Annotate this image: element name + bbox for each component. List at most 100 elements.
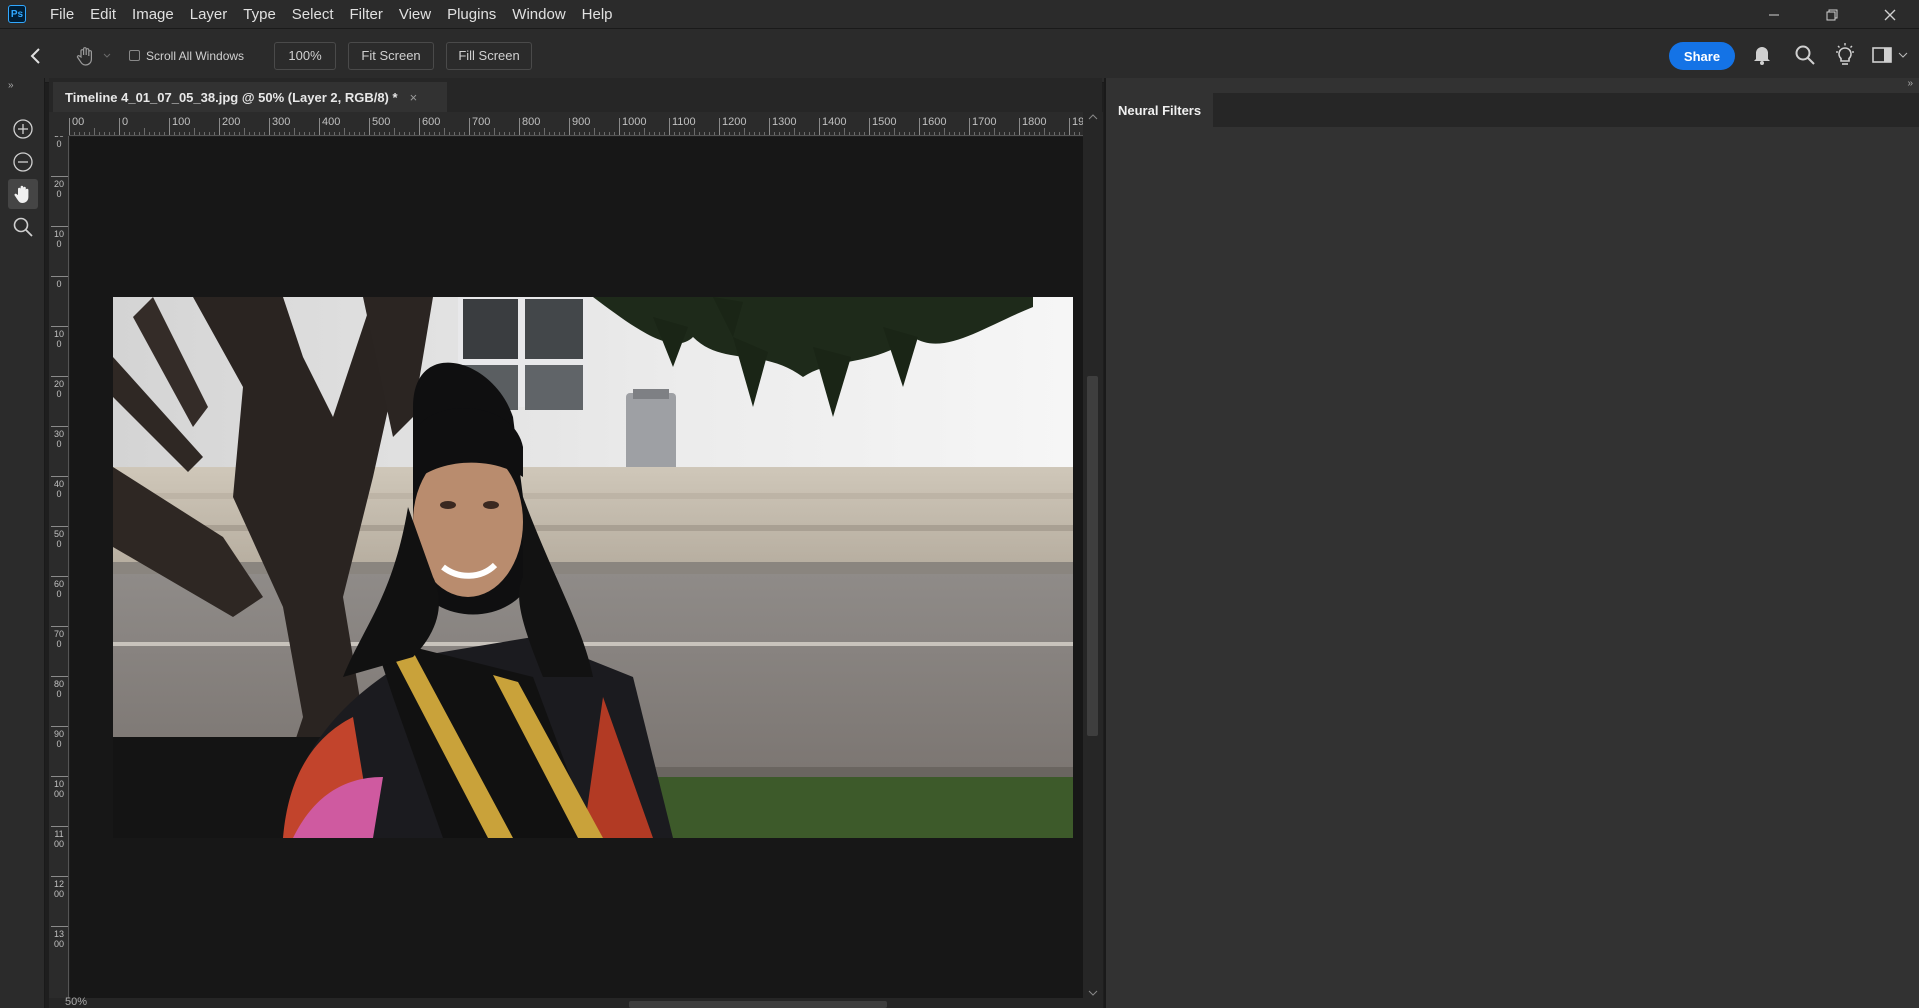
ruler-minor-tick [964,132,965,135]
menu-file[interactable]: File [42,0,82,29]
menu-type[interactable]: Type [235,0,284,29]
ruler-label: 300 [54,136,64,149]
hand-icon [14,185,29,203]
ruler-minor-tick [589,132,590,135]
scroll-up-icon[interactable] [1083,112,1103,122]
menu-edit[interactable]: Edit [82,0,124,29]
tool-zoom-in[interactable] [8,114,38,144]
ruler-minor-tick [164,132,165,135]
ruler-tick [51,526,68,527]
menu-image[interactable]: Image [124,0,182,29]
tab-neural-filters[interactable]: Neural Filters [1106,93,1214,127]
ruler-minor-tick [259,132,260,135]
collapse-panel-icon[interactable]: » [1907,78,1913,89]
close-tab-icon[interactable]: × [410,90,418,105]
canvas-area[interactable] [70,137,1083,998]
ruler-tick [469,118,470,135]
scroll-all-windows-checkbox[interactable] [129,50,140,61]
ruler-minor-tick [1014,132,1015,135]
ruler-minor-tick [289,132,290,135]
ruler-minor-tick [404,132,405,135]
menu-plugins[interactable]: Plugins [439,0,504,29]
menu-view[interactable]: View [391,0,439,29]
scroll-all-windows-option[interactable]: Scroll All Windows [129,49,244,63]
discover-button[interactable] [1834,43,1856,72]
restore-icon [1826,9,1838,20]
ruler-minor-tick [329,132,330,135]
menu-select[interactable]: Select [284,0,342,29]
ruler-minor-tick [279,132,280,135]
fit-screen-button[interactable]: Fit Screen [348,41,435,70]
ruler-minor-tick [424,132,425,135]
vertical-scrollbar[interactable] [1083,112,1103,998]
document-tab-title: Timeline 4_01_07_05_38.jpg @ 50% (Layer … [65,89,398,105]
document-image[interactable] [113,297,1073,838]
tool-preset-picker[interactable] [75,45,111,67]
ruler-label: 600 [422,116,441,128]
tool-hand[interactable] [8,179,38,209]
close-window-button[interactable] [1861,0,1919,29]
ruler-label: 100 [172,116,191,128]
share-button[interactable]: Share [1669,42,1735,70]
ruler-minor-tick [284,132,285,135]
chevron-left-icon [30,47,40,64]
ruler-label: 1800 [1022,116,1047,128]
minimize-button[interactable] [1745,0,1803,29]
menu-filter[interactable]: Filter [342,0,391,29]
scroll-down-icon[interactable] [1083,988,1103,998]
ruler-minor-tick [354,132,355,135]
ruler-minor-tick [184,132,185,135]
ruler-minor-tick [379,132,380,135]
ruler-label: 1100 [672,116,696,128]
ruler-minor-tick [199,132,200,135]
tool-zoom[interactable] [8,212,38,242]
notifications-button[interactable] [1752,44,1772,71]
workspace-switcher[interactable] [1872,46,1908,64]
ruler-minor-tick [494,128,495,135]
ruler-label: 200 [54,179,65,199]
ruler-minor-tick [934,132,935,135]
ruler-tick [619,118,620,135]
ruler-minor-tick [1004,132,1005,135]
ruler-tick [919,118,920,135]
ruler-minor-tick [474,132,475,135]
ruler-minor-tick [359,132,360,135]
ruler-label: 800 [522,116,541,128]
ruler-label: 1300 [54,929,65,949]
ruler-minor-tick [234,132,235,135]
ruler-minor-tick [904,132,905,135]
ruler-tick [51,626,68,627]
zoom-in-icon [13,119,33,139]
ruler-minor-tick [624,132,625,135]
ruler-minor-tick [994,128,995,135]
menu-help[interactable]: Help [574,0,621,29]
vertical-scroll-thumb[interactable] [1087,376,1098,736]
ruler-minor-tick [774,132,775,135]
expand-panel-icon[interactable]: » [8,80,14,91]
menu-window[interactable]: Window [504,0,573,29]
back-button[interactable] [25,46,45,66]
document-tab[interactable]: Timeline 4_01_07_05_38.jpg @ 50% (Layer … [53,82,447,112]
ruler-minor-tick [454,132,455,135]
ruler-minor-tick [764,132,765,135]
ruler-minor-tick [984,132,985,135]
fill-screen-button[interactable]: Fill Screen [446,41,533,70]
tool-zoom-out[interactable] [8,147,38,177]
search-button[interactable] [1794,44,1816,71]
ruler-minor-tick [544,128,545,135]
zoom-100-button[interactable]: 100% [274,41,337,70]
vertical-ruler: 3002001000100200300400500600700800900100… [49,136,69,998]
zoom-level[interactable]: 50% [65,996,87,1008]
ruler-minor-tick [609,132,610,135]
horizontal-scroll-thumb[interactable] [629,1001,887,1008]
menu-layer[interactable]: Layer [182,0,236,29]
ruler-label: 800 [54,679,65,699]
ruler-minor-tick [534,132,535,135]
ruler-minor-tick [639,132,640,135]
right-panel: » Neural Filters [1104,78,1919,1008]
ruler-minor-tick [1054,132,1055,135]
ruler-minor-tick [864,132,865,135]
restore-button[interactable] [1803,0,1861,29]
ruler-label: 700 [472,116,491,128]
horizontal-ruler: 00 0 100 200 300 400 500 600 700 800 900 1000 1100 12… [69,112,1083,136]
